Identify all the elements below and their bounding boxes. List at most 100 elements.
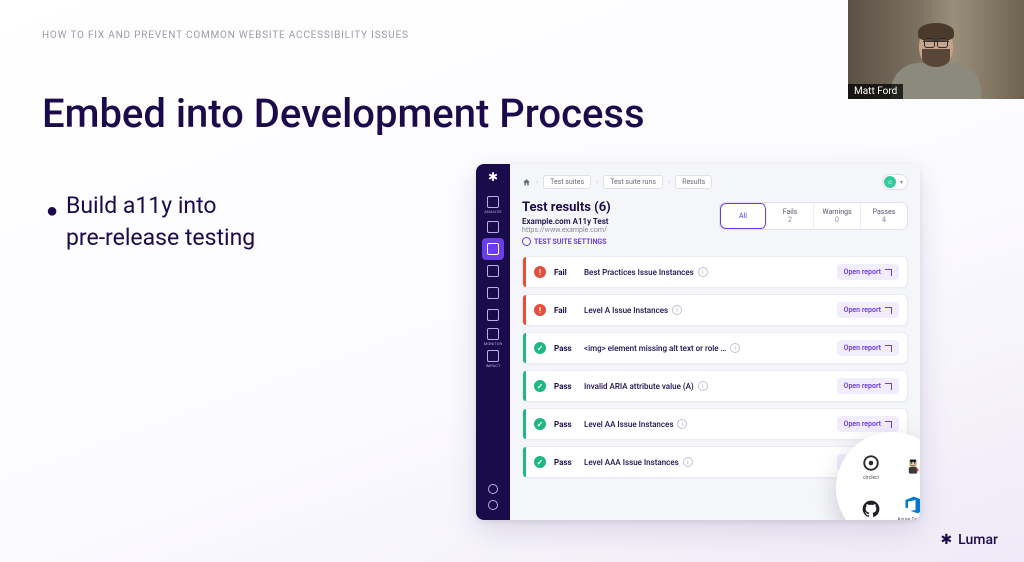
tab-label: Warnings	[822, 208, 851, 216]
status-label: Pass	[554, 458, 584, 467]
lumar-brand: ✱ Lumar	[940, 532, 998, 548]
test-result-row: !FailLevel A Issue InstancesiOpen report	[522, 294, 908, 326]
status-edge	[523, 295, 526, 325]
sidebar-settings-icon[interactable]	[488, 500, 498, 510]
sidebar-item[interactable]	[482, 238, 504, 260]
bullet-item: ● Build a11y into pre-release testing	[66, 190, 255, 254]
sidebar-item[interactable]: MONITOR	[482, 326, 504, 348]
breadcrumb-item[interactable]: Test suites	[543, 175, 591, 189]
circleci-icon	[861, 453, 881, 473]
filter-tabs: AllFails2Warnings0Passes4	[719, 202, 908, 230]
status-edge	[523, 371, 526, 401]
tab-count: 0	[835, 216, 839, 224]
test-result-row: ✓ PassLevel AA Issue Instancesi Open repor…	[522, 408, 908, 440]
avatar: ☺	[884, 176, 896, 188]
result-title: <img> element missing alt text or role ……	[584, 343, 837, 353]
filter-tab[interactable]: All	[720, 203, 767, 229]
sidebar-item[interactable]	[482, 260, 504, 282]
test-suite-settings-link[interactable]: TEST SUITE SETTINGS	[522, 237, 611, 246]
info-icon[interactable]: i	[698, 267, 708, 277]
filter-tab[interactable]: Passes4	[861, 203, 907, 229]
user-menu[interactable]: ☺ ▾	[882, 174, 908, 190]
open-report-label: Open report	[844, 420, 881, 428]
azure-devops-icon	[903, 495, 920, 515]
app-sidebar: ✱ ANALYZE MONITOR IMPACT	[476, 164, 510, 520]
result-title: Level A Issue Instancesi	[584, 305, 837, 315]
external-link-icon	[885, 345, 892, 352]
result-title: Invalid ARIA attribute value (A)i	[584, 381, 837, 391]
external-link-icon	[885, 383, 892, 390]
sidebar-item[interactable]	[482, 216, 504, 238]
presenter-name-tag: Matt Ford	[848, 84, 903, 99]
integration-label: circleci	[863, 475, 879, 481]
integration-logo	[903, 457, 920, 477]
sidebar-item-icon	[487, 196, 499, 208]
info-icon[interactable]: i	[683, 457, 693, 467]
filter-tab[interactable]: Fails2	[767, 203, 814, 229]
lumar-logo-icon: ✱	[940, 532, 952, 548]
result-title: Level AA Issue Instancesi	[584, 419, 837, 429]
status-label: Pass	[554, 382, 584, 391]
external-link-icon	[885, 269, 892, 276]
test-url: https://www.example.com/	[522, 226, 611, 234]
test-result-row: ✓ Pass<img> element missing alt text or r…	[522, 332, 908, 364]
breadcrumb-item[interactable]: Results	[675, 175, 712, 189]
open-report-button[interactable]: Open report	[837, 378, 899, 394]
sidebar-item[interactable]: ANALYZE	[482, 194, 504, 216]
info-icon[interactable]: i	[730, 343, 740, 353]
result-title: Best Practices Issue Instancesi	[584, 267, 837, 277]
sidebar-item-icon	[487, 265, 499, 277]
external-link-icon	[885, 421, 892, 428]
result-title: Level AAA Issue Instancesi	[584, 457, 837, 467]
open-report-button[interactable]: Open report	[837, 264, 899, 280]
tab-label: Passes	[873, 208, 896, 216]
test-result-row: ✓PassInvalid ARIA attribute value (A)iOp…	[522, 370, 908, 402]
integration-label: Azure DevOps	[897, 517, 920, 520]
info-icon[interactable]: i	[672, 305, 682, 315]
sidebar-item-icon	[487, 350, 499, 362]
jenkins-icon	[903, 457, 920, 477]
status-label: Pass	[554, 420, 584, 429]
check-icon: ✓	[534, 342, 546, 354]
status-label: Fail	[554, 268, 584, 277]
breadcrumb-item[interactable]: Test suite runs	[603, 175, 663, 189]
sidebar-item-icon	[487, 309, 499, 321]
lumar-brand-text: Lumar	[958, 532, 998, 548]
tab-label: Fails	[783, 208, 798, 216]
info-icon[interactable]: i	[698, 381, 708, 391]
open-report-button[interactable]: Open report	[837, 340, 899, 356]
sidebar-item-label: MONITOR	[484, 341, 502, 346]
tab-label: All	[739, 212, 747, 220]
open-report-button[interactable]: Open report	[837, 302, 899, 318]
integration-logo	[861, 499, 881, 519]
open-report-label: Open report	[844, 344, 881, 352]
sidebar-item[interactable]	[482, 282, 504, 304]
status-edge	[523, 333, 526, 363]
app-logo-icon[interactable]: ✱	[488, 170, 498, 184]
sidebar-item-icon	[487, 243, 499, 255]
check-icon: ✓	[534, 456, 546, 468]
error-icon: !	[534, 304, 546, 316]
open-report-label: Open report	[844, 306, 881, 314]
integration-logo: Azure DevOps	[897, 495, 920, 520]
chevron-down-icon: ▾	[900, 179, 903, 186]
sidebar-item-icon	[487, 221, 499, 233]
check-icon: ✓	[534, 418, 546, 430]
home-icon[interactable]	[522, 178, 531, 187]
open-report-button[interactable]: Open report	[837, 416, 899, 432]
page-title: Test results (6)	[522, 200, 611, 215]
status-label: Pass	[554, 344, 584, 353]
github-icon	[861, 499, 881, 519]
app-main: › Test suites › Test suite runs › Result…	[510, 164, 920, 520]
slide-title: Embed into Development Process	[42, 90, 645, 137]
integration-logo: circleci	[861, 453, 881, 481]
sidebar-item[interactable]	[482, 304, 504, 326]
info-icon[interactable]: i	[677, 419, 687, 429]
sidebar-item[interactable]: IMPACT	[482, 348, 504, 370]
filter-tab[interactable]: Warnings0	[814, 203, 861, 229]
sidebar-item-label: ANALYZE	[484, 209, 501, 214]
sidebar-help-icon[interactable]	[488, 484, 498, 494]
presenter-webcam: Matt Ford	[848, 0, 1024, 99]
sidebar-item-icon	[487, 287, 499, 299]
bullet-line-1: Build a11y into	[66, 190, 255, 222]
